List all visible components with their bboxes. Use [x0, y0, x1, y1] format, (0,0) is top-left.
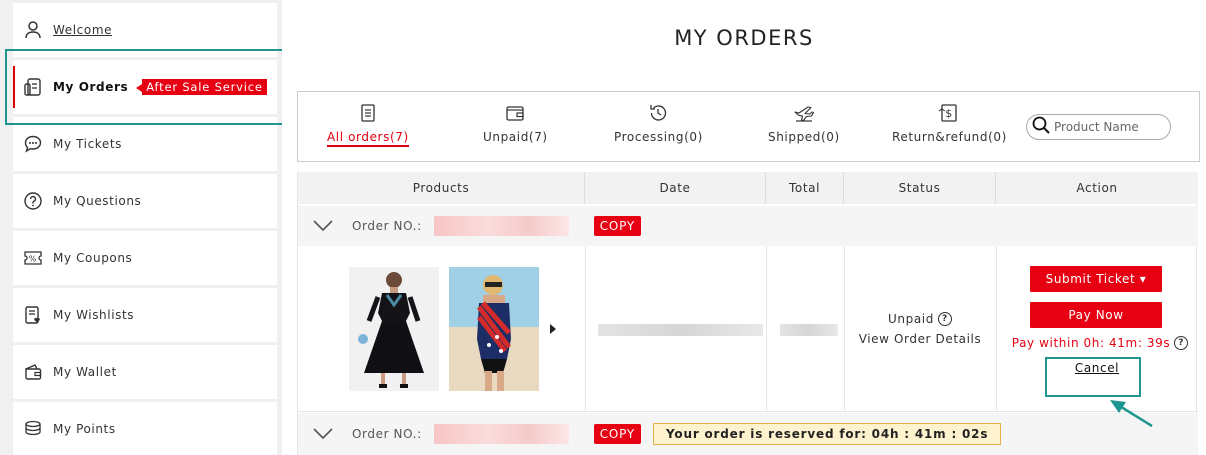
pay-countdown: Pay within 0h: 41m: 39s ?: [1010, 336, 1190, 350]
wishlist-icon: [23, 305, 43, 325]
page-title: MY ORDERS: [674, 26, 814, 50]
tab-shipped[interactable]: Shipped(0): [768, 102, 840, 144]
coupon-icon: %: [23, 248, 43, 268]
order-number-label: Order NO.:: [352, 427, 422, 441]
tab-label: Processing(0): [614, 130, 703, 144]
sidebar-item-my-points[interactable]: My Points: [13, 402, 277, 455]
order-tabs: All orders(7) Unpaid(7) Processing(0) Sh…: [297, 91, 1200, 162]
sidebar-item-label: My Questions: [53, 194, 142, 208]
tab-all-orders[interactable]: All orders(7): [327, 102, 409, 147]
dollar-doc-icon: $: [938, 102, 960, 124]
sidebar: Welcome My Orders After Sale Service My …: [0, 0, 282, 455]
document-icon: [357, 102, 379, 124]
tab-return-refund[interactable]: $ Return&refund(0): [892, 102, 1007, 144]
orders-table: Products Date Total Status Action Order …: [297, 172, 1198, 455]
next-image-arrow[interactable]: [550, 324, 556, 334]
main-content: MY ORDERS All orders(7) Unpaid(7) Proces…: [282, 0, 1206, 455]
order-body: Unpaid ? View Order Details Submit Ticke…: [298, 246, 1198, 412]
sidebar-item-my-coupons[interactable]: % My Coupons: [13, 231, 277, 285]
table-header: Products Date Total Status Action: [298, 172, 1198, 204]
copy-button[interactable]: COPY: [593, 216, 642, 236]
sidebar-item-label: My Tickets: [53, 137, 123, 151]
order-number-label: Order NO.:: [352, 219, 422, 233]
sidebar-item-my-tickets[interactable]: My Tickets: [13, 117, 277, 171]
sidebar-item-my-wishlists[interactable]: My Wishlists: [13, 288, 277, 342]
action-cell: Submit Ticket ▾ Pay Now Pay within 0h: 4…: [996, 246, 1198, 412]
reservation-timer: Your order is reserved for: 04h : 41m : …: [653, 423, 1002, 445]
cancel-order-link[interactable]: Cancel: [996, 361, 1198, 375]
col-status: Status: [844, 172, 996, 204]
help-icon[interactable]: ?: [937, 312, 952, 326]
total-redacted: [780, 324, 838, 336]
col-date: Date: [585, 172, 766, 204]
order-header: Order NO.: COPY: [298, 206, 1198, 246]
help-icon[interactable]: ?: [1174, 336, 1189, 350]
order-header: Order NO.: COPY Your order is reserved f…: [298, 413, 1198, 455]
airplane-icon: [793, 102, 815, 124]
tab-label: Return&refund(0): [892, 130, 1007, 144]
coins-icon: [23, 419, 43, 439]
submit-ticket-button[interactable]: Submit Ticket ▾: [1030, 266, 1162, 292]
pay-within-text: Pay within 0h: 41m: 39s: [1011, 336, 1171, 350]
search-icon[interactable]: [1031, 115, 1051, 139]
order-number-redacted: [433, 424, 569, 444]
question-icon: [23, 191, 43, 211]
wallet-icon: [23, 362, 43, 382]
status-text: Unpaid: [888, 312, 934, 326]
status-cell: Unpaid ? View Order Details: [844, 246, 996, 412]
tab-label: All orders(7): [327, 130, 409, 147]
copy-button[interactable]: COPY: [593, 424, 642, 444]
search-input[interactable]: [1054, 120, 1164, 134]
chevron-down-icon[interactable]: [312, 219, 334, 233]
sidebar-item-my-questions[interactable]: My Questions: [13, 174, 277, 228]
order-number-redacted: [433, 216, 569, 236]
sidebar-item-label: My Wallet: [53, 365, 117, 379]
view-order-details-link[interactable]: View Order Details: [844, 332, 996, 346]
after-sale-badge[interactable]: After Sale Service: [136, 79, 267, 95]
tab-label: Unpaid(7): [483, 130, 548, 144]
page: Welcome My Orders After Sale Service My …: [0, 0, 1206, 455]
sidebar-item-label: My Orders: [53, 80, 129, 94]
sidebar-item-my-wallet[interactable]: My Wallet: [13, 345, 277, 399]
sidebar-item-welcome[interactable]: Welcome: [13, 3, 277, 57]
wallet-icon: [504, 102, 526, 124]
sidebar-item-my-orders[interactable]: My Orders After Sale Service: [13, 60, 277, 114]
history-icon: [647, 102, 669, 124]
chat-icon: [23, 134, 43, 154]
date-redacted: [598, 324, 763, 336]
col-action: Action: [1076, 181, 1118, 195]
sidebar-item-label: My Wishlists: [53, 308, 135, 322]
product-image-dress[interactable]: [349, 267, 439, 391]
divider: [766, 246, 767, 412]
tab-unpaid[interactable]: Unpaid(7): [483, 102, 548, 144]
col-products: Products: [298, 172, 585, 204]
pay-now-button[interactable]: Pay Now: [1030, 302, 1162, 328]
sidebar-item-label: My Points: [53, 422, 116, 436]
chevron-down-icon[interactable]: [312, 427, 334, 441]
tab-label: Shipped(0): [768, 130, 840, 144]
tab-processing[interactable]: Processing(0): [614, 102, 703, 144]
search-box: [1026, 114, 1171, 140]
svg-text:%: %: [29, 255, 37, 264]
divider: [585, 246, 586, 412]
welcome-link[interactable]: Welcome: [53, 23, 112, 37]
product-image-swimsuit[interactable]: [449, 267, 539, 391]
status-unpaid: Unpaid ?: [844, 312, 996, 326]
svg-text:$: $: [946, 107, 954, 120]
orders-icon: [23, 77, 43, 97]
sidebar-item-label: My Coupons: [53, 251, 133, 265]
user-icon: [23, 20, 43, 40]
arrow-pointer-icon: [1110, 400, 1153, 428]
col-total: Total: [766, 172, 844, 204]
